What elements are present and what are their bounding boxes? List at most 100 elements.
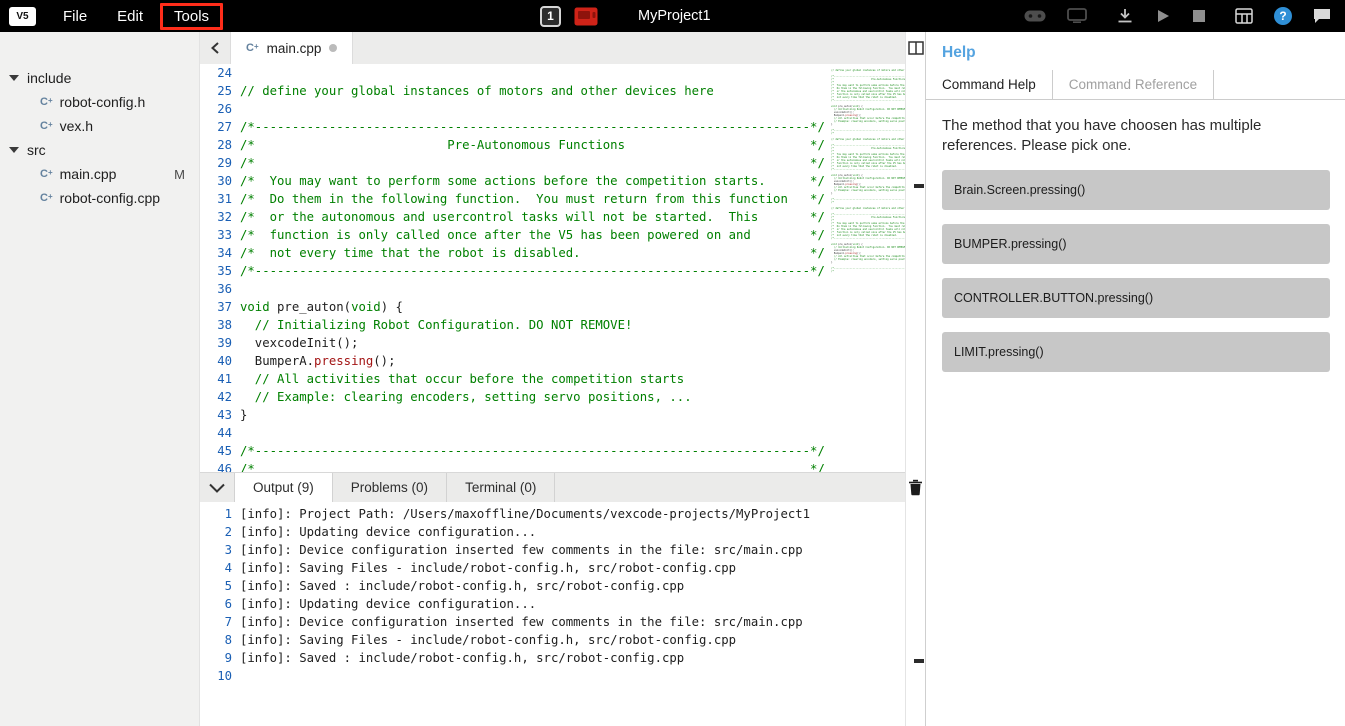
code-line[interactable]: 37void pre_auton(void) { [200, 298, 905, 316]
file-row-vex-h[interactable]: C+vex.h [0, 114, 199, 138]
code-line[interactable]: 33/* function is only called once after … [200, 226, 905, 244]
bottom-panel: Output (9)Problems (0)Terminal (0) 1[inf… [200, 472, 905, 726]
line-number[interactable]: 42 [200, 388, 240, 406]
code-line[interactable]: 32/* or the autonomous and usercontrol t… [200, 208, 905, 226]
help-panel-title: Help [926, 32, 1345, 70]
line-number[interactable]: 35 [200, 262, 240, 280]
device-info-icon[interactable] [1235, 8, 1253, 24]
file-row-main-cpp[interactable]: C+main.cppM [0, 162, 199, 186]
code-editor[interactable]: 2425// define your global instances of m… [200, 64, 905, 472]
line-number: 1 [200, 505, 240, 523]
help-option-controller-button-pressing[interactable]: CONTROLLER.BUTTON.pressing() [942, 278, 1330, 318]
line-number[interactable]: 34 [200, 244, 240, 262]
bottom-tab-bar: Output (9)Problems (0)Terminal (0) [200, 472, 905, 502]
code-line[interactable]: 28/* Pre-Autonomous Functions */ [200, 136, 905, 154]
help-option-brain-screen-pressing[interactable]: Brain.Screen.pressing() [942, 170, 1330, 210]
output-text: [info]: Updating device configuration... [240, 595, 536, 613]
line-number[interactable]: 41 [200, 370, 240, 388]
brain-screen-icon[interactable] [1067, 8, 1087, 24]
output-text: [info]: Saving Files - include/robot-con… [240, 631, 736, 649]
code-line[interactable]: 25// define your global instances of mot… [200, 82, 905, 100]
scrollbar-mark[interactable] [914, 184, 924, 188]
line-number[interactable]: 31 [200, 190, 240, 208]
code-line[interactable]: 27/*------------------------------------… [200, 118, 905, 136]
code-line[interactable]: 42 // Example: clearing encoders, settin… [200, 388, 905, 406]
scrollbar-strip[interactable] [905, 32, 925, 726]
scrollbar-mark[interactable] [914, 659, 924, 663]
code-line[interactable]: 40 BumperA.pressing(); [200, 352, 905, 370]
back-chevron-icon[interactable] [208, 40, 224, 56]
line-number[interactable]: 26 [200, 100, 240, 118]
download-icon[interactable] [1116, 7, 1134, 25]
line-number[interactable]: 30 [200, 172, 240, 190]
file-name: robot-config.h [60, 94, 146, 110]
line-number[interactable]: 27 [200, 118, 240, 136]
code-line[interactable]: 44 [200, 424, 905, 442]
code-line[interactable]: 34/* not every time that the robot is di… [200, 244, 905, 262]
menu-item-tools[interactable]: Tools [160, 3, 223, 30]
code-line[interactable]: 41 // All activities that occur before t… [200, 370, 905, 388]
help-icon[interactable]: ? [1274, 7, 1292, 25]
code-line[interactable]: 24 [200, 64, 905, 82]
folder-row-include[interactable]: include [0, 66, 199, 90]
disclosure-triangle-icon [9, 75, 19, 81]
line-number[interactable]: 25 [200, 82, 240, 100]
brain-status-icon[interactable] [574, 7, 598, 26]
file-row-robot-config-h[interactable]: C+robot-config.h [0, 90, 199, 114]
slot-badge[interactable]: 1 [540, 6, 561, 27]
code-line[interactable]: 26 [200, 100, 905, 118]
help-option-bumper-pressing[interactable]: BUMPER.pressing() [942, 224, 1330, 264]
output-text: [info]: Saved : include/robot-config.h, … [240, 649, 684, 667]
bottom-tab-terminal[interactable]: Terminal (0) [447, 473, 555, 502]
editor-tab-main-cpp[interactable]: C+ main.cpp [230, 32, 353, 64]
line-number[interactable]: 46 [200, 460, 240, 472]
line-number[interactable]: 24 [200, 64, 240, 82]
line-number[interactable]: 38 [200, 316, 240, 334]
line-number[interactable]: 28 [200, 136, 240, 154]
line-number[interactable]: 36 [200, 280, 240, 298]
help-tab-command-reference[interactable]: Command Reference [1053, 70, 1214, 99]
line-number[interactable]: 40 [200, 352, 240, 370]
controller-icon[interactable] [1024, 9, 1046, 23]
code-line[interactable]: 38 // Initializing Robot Configuration. … [200, 316, 905, 334]
code-line[interactable]: 46/* */ [200, 460, 905, 472]
menu-item-file[interactable]: File [48, 0, 102, 32]
code-text: // Initializing Robot Configuration. DO … [240, 316, 632, 334]
line-number[interactable]: 45 [200, 442, 240, 460]
line-number[interactable]: 33 [200, 226, 240, 244]
code-text: // Example: clearing encoders, setting s… [240, 388, 692, 406]
chevron-down-icon[interactable] [200, 473, 234, 502]
minimap[interactable]: // define your global instances of motor… [831, 66, 905, 470]
code-line[interactable]: 31/* Do them in the following function. … [200, 190, 905, 208]
stop-icon[interactable] [1192, 9, 1206, 23]
output-line: 7[info]: Device configuration inserted f… [200, 613, 905, 631]
line-number[interactable]: 29 [200, 154, 240, 172]
line-number[interactable]: 44 [200, 424, 240, 442]
line-number[interactable]: 43 [200, 406, 240, 424]
file-row-robot-config-cpp[interactable]: C+robot-config.cpp [0, 186, 199, 210]
line-number[interactable]: 37 [200, 298, 240, 316]
bottom-tab-problems[interactable]: Problems (0) [333, 473, 447, 502]
code-text: /*--------------------------------------… [240, 442, 825, 460]
help-tab-command-help[interactable]: Command Help [926, 70, 1053, 99]
folder-row-src[interactable]: src [0, 138, 199, 162]
modified-badge: M [174, 167, 199, 182]
split-view-icon[interactable] [908, 41, 924, 60]
line-number[interactable]: 39 [200, 334, 240, 352]
code-line[interactable]: 35/*------------------------------------… [200, 262, 905, 280]
code-line[interactable]: 36 [200, 280, 905, 298]
line-number[interactable]: 32 [200, 208, 240, 226]
code-line[interactable]: 29/* */ [200, 154, 905, 172]
play-icon[interactable] [1155, 8, 1171, 24]
menu-item-edit[interactable]: Edit [102, 0, 158, 32]
bottom-tab-output[interactable]: Output (9) [234, 473, 333, 502]
code-line[interactable]: 45/*------------------------------------… [200, 442, 905, 460]
help-option-limit-pressing[interactable]: LIMIT.pressing() [942, 332, 1330, 372]
file-name: main.cpp [60, 166, 117, 182]
trash-icon[interactable] [908, 479, 923, 501]
output-console[interactable]: 1[info]: Project Path: /Users/maxoffline… [200, 502, 905, 726]
code-line[interactable]: 43} [200, 406, 905, 424]
feedback-icon[interactable] [1313, 8, 1331, 24]
code-line[interactable]: 30/* You may want to perform some action… [200, 172, 905, 190]
code-line[interactable]: 39 vexcodeInit(); [200, 334, 905, 352]
